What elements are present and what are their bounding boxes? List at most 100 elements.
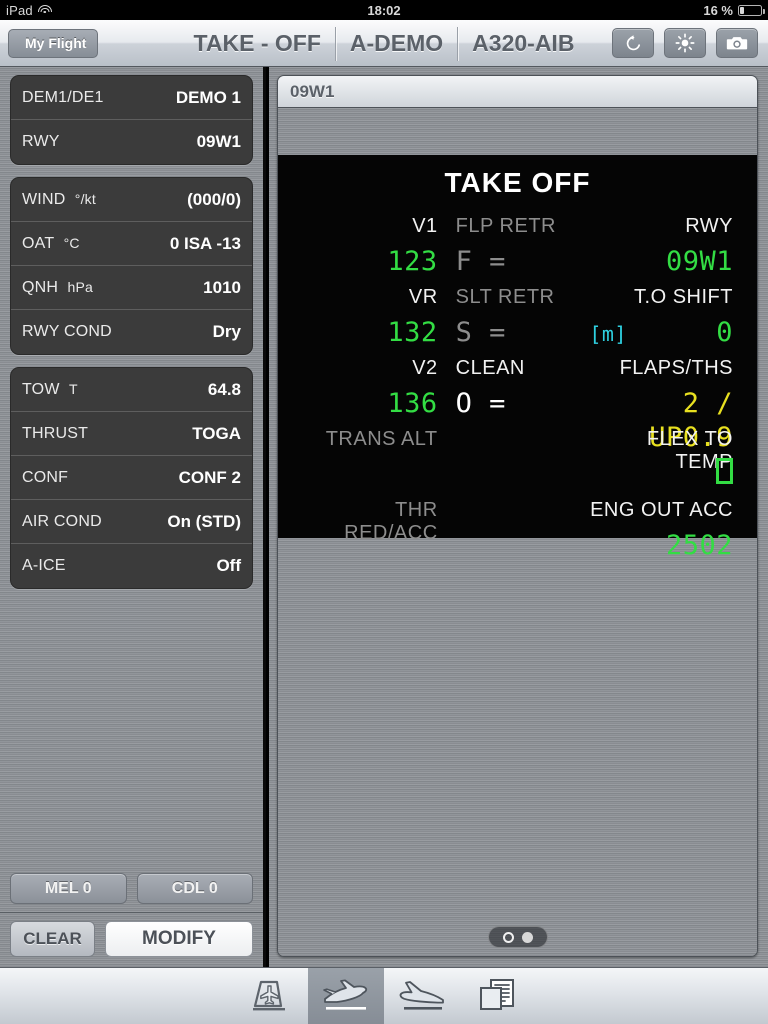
sidebar-row-rwy[interactable]: RWY 09W1: [11, 120, 252, 164]
sidebar-row-conf[interactable]: CONF CONF 2: [11, 456, 252, 500]
mcdu-title: TAKE OFF: [444, 167, 591, 198]
sidebar-row-a-ice[interactable]: A-ICE Off: [11, 544, 252, 588]
bottom-tab-bar: [0, 967, 768, 1024]
mcdu-value-vr[interactable]: 132: [302, 316, 446, 356]
mcdu-label-to-shift: T.O SHIFT: [634, 286, 733, 308]
ios-status-bar: iPad 18:02 16 %: [0, 0, 768, 20]
aircraft-landing-icon: [399, 981, 444, 1010]
mcdu-value-trans-alt[interactable]: [302, 458, 446, 498]
page-dot-current[interactable]: [502, 931, 514, 943]
mcdu-value-slt-retr[interactable]: S =: [446, 316, 590, 356]
mcdu-grid: V1 FLP RETR RWY 123 F = 09W1 VR SLT RETR…: [302, 215, 733, 569]
mcdu-value-thr-red-acc[interactable]: [302, 529, 446, 569]
page-control[interactable]: [487, 926, 548, 948]
sidebar-row-rwy-cond[interactable]: RWY COND Dry: [11, 310, 252, 354]
mcdu-value-flex-to-temp[interactable]: [589, 458, 733, 498]
mcdu-value-blank-4: [446, 458, 590, 498]
sidebar-group-flight: DEM1/DE1 DEMO 1 RWY 09W1: [10, 75, 253, 165]
page-dot-other[interactable]: [521, 931, 533, 943]
sidebar-data-groups: DEM1/DE1 DEMO 1 RWY 09W1 WIND °/kt (000/…: [0, 67, 263, 867]
to-shift-value: 0: [716, 317, 733, 348]
modify-button[interactable]: MODIFY: [105, 921, 253, 957]
content-area: 09W1 TAKE OFF V1 FLP RETR RWY 123 F = 09…: [269, 67, 768, 967]
mcdu-label-blank-5: [446, 499, 590, 528]
sidebar-row-thrust[interactable]: THRUST TOGA: [11, 412, 252, 456]
back-button-label: My Flight: [25, 35, 87, 51]
tab-flight[interactable]: [232, 968, 308, 1024]
mcdu-label-rwy: RWY: [685, 215, 733, 237]
tab-landing[interactable]: [384, 968, 460, 1024]
sidebar-row-wind[interactable]: WIND °/kt (000/0): [11, 178, 252, 222]
nav-title-aircraft: A320-AIB: [472, 30, 575, 56]
mcdu-value-v2[interactable]: 136: [302, 387, 446, 427]
wifi-icon: [37, 4, 52, 16]
sidebar-row-label: THRUST: [22, 424, 89, 442]
mcdu-label-thr-red-acc: THR RED/ACC: [344, 499, 438, 544]
nav-bar: My Flight TAKE - OFF A-DEMO A320-AIB: [0, 20, 768, 67]
empty-entry-box-icon: [716, 458, 733, 484]
sidebar-row-value: DEMO 1: [175, 87, 241, 107]
tab-takeoff[interactable]: [308, 968, 384, 1024]
mel-button[interactable]: MEL 0: [10, 873, 127, 904]
refresh-icon: [626, 34, 640, 50]
sidebar-row-label: OAT °C: [22, 234, 80, 252]
camera-button[interactable]: [716, 28, 758, 58]
sidebar-row-value: On (STD): [167, 511, 241, 531]
mcdu-label-slt-retr: SLT RETR: [455, 286, 555, 308]
sidebar-row-tow[interactable]: TOW T 64.8: [11, 368, 252, 412]
to-shift-unit: [m]: [589, 322, 627, 346]
battery-low-icon: [738, 4, 765, 16]
nav-title-divider: [457, 26, 459, 61]
sidebar-row-qnh[interactable]: QNH hPa 1010: [11, 266, 252, 310]
mcdu-label-v1: V1: [412, 215, 438, 237]
panel-header: 09W1: [278, 76, 757, 108]
sidebar-row-label: RWY: [22, 133, 60, 150]
refresh-button[interactable]: [612, 28, 654, 58]
sidebar-row-label: WIND °/kt: [22, 190, 96, 208]
mcdu-value-flaps-ths[interactable]: 2 / UP0.9: [589, 387, 733, 453]
back-button[interactable]: My Flight: [8, 28, 99, 58]
status-bar-clock: 18:02: [367, 2, 401, 18]
nav-title-divider: [334, 26, 336, 61]
mcdu-value-eng-out-acc[interactable]: 2502: [589, 529, 733, 569]
mcdu-value-v1[interactable]: 123: [302, 245, 446, 285]
mcdu-label-flp-retr: FLP RETR: [455, 215, 556, 237]
mcdu-value-rwy[interactable]: 09W1: [589, 245, 733, 285]
mcdu-display[interactable]: TAKE OFF V1 FLP RETR RWY 123 F = 09W1 VR…: [278, 155, 757, 561]
sidebar-action-row: CLEAR MODIFY: [0, 913, 263, 967]
cdl-button[interactable]: CDL 0: [136, 873, 253, 904]
tab-documents[interactable]: [460, 968, 536, 1024]
mcdu-value-to-shift[interactable]: [m] 0: [589, 316, 733, 356]
mcdu-label-vr: VR: [408, 286, 438, 308]
device-name: iPad: [6, 2, 33, 18]
clear-button[interactable]: CLEAR: [10, 921, 95, 957]
camera-icon: [726, 37, 748, 50]
panel-body: TAKE OFF V1 FLP RETR RWY 123 F = 09W1 VR…: [278, 108, 757, 956]
sidebar-row-value: 64.8: [207, 379, 241, 399]
brightness-button[interactable]: [664, 28, 706, 58]
nav-title-phase: TAKE - OFF: [193, 30, 321, 56]
sidebar-row-label: RWY COND: [22, 323, 112, 340]
sidebar-row-dep-dest[interactable]: DEM1/DE1 DEMO 1: [11, 76, 252, 120]
sidebar-row-label: A-ICE: [22, 557, 66, 574]
mcdu-label-blank-4: [446, 428, 590, 457]
sidebar-row-air-cond[interactable]: AIR COND On (STD): [11, 500, 252, 544]
sidebar-row-oat[interactable]: OAT °C 0 ISA -13: [11, 222, 252, 266]
mcdu-value-flp-retr[interactable]: F =: [446, 245, 590, 285]
battery-percent-label: 16 %: [703, 2, 733, 18]
sidebar-row-label: TOW T: [22, 380, 78, 398]
mcdu-label-eng-out-acc: ENG OUT ACC: [590, 499, 733, 521]
sidebar-row-label: DEM1/DE1: [22, 88, 104, 106]
result-panel: 09W1 TAKE OFF V1 FLP RETR RWY 123 F = 09…: [277, 75, 758, 957]
mcdu-value-clean[interactable]: O =: [446, 387, 590, 427]
sidebar-row-value: (000/0): [187, 189, 241, 209]
sidebar-row-label: QNH hPa: [22, 278, 93, 296]
sidebar-row-value: TOGA: [192, 423, 241, 443]
sidebar-row-value: Dry: [212, 322, 241, 341]
mcdu-label-flaps-ths: FLAPS/THS: [619, 357, 733, 379]
documents-folder-icon: [480, 979, 514, 1010]
nav-bar-actions: [612, 28, 768, 58]
mcdu-label-clean: CLEAN: [455, 357, 525, 379]
panel-header-title: 09W1: [290, 81, 335, 101]
mcdu-label-v2: V2: [412, 357, 438, 379]
